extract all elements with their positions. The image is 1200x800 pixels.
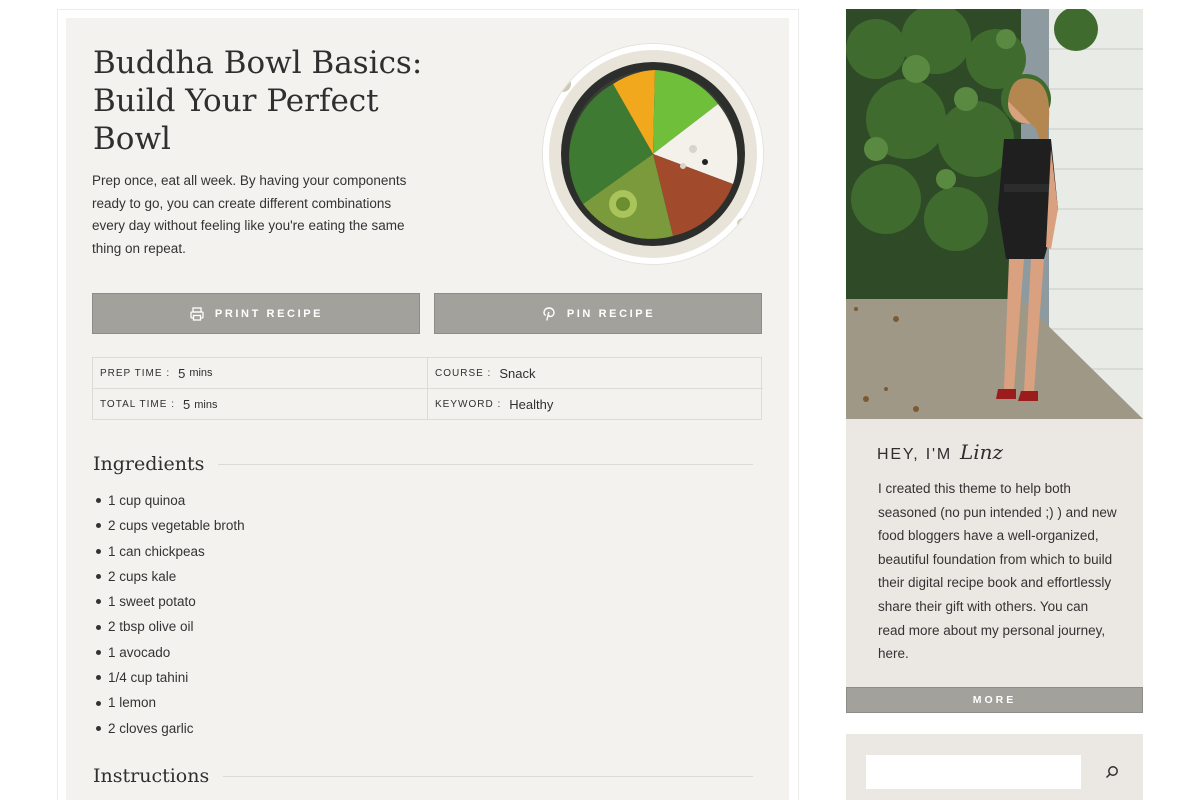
ingredient-text: 2 cups vegetable broth [108,518,245,534]
ingredient-item: 1 can chickpeas [96,539,245,564]
total-time-label: TOTAL TIME : [100,399,175,410]
recipe-meta-table: PREP TIME : 5 mins COURSE : Snack TOTAL … [92,357,763,420]
ingredient-item: 1 lemon [96,690,245,715]
keyword-label: KEYWORD : [435,399,502,410]
course-value: Snack [499,365,536,381]
ingredient-item: 2 tbsp olive oil [96,614,245,639]
ingredients-list: 1 cup quinoa 2 cups vegetable broth 1 ca… [96,488,245,741]
instructions-heading-text: Instructions [93,765,210,787]
total-time-cell: TOTAL TIME : 5 mins [93,389,428,420]
ingredient-text: 1 sweet potato [108,594,196,610]
ingredients-heading-text: Ingredients [93,453,205,475]
ingredient-text: 1 cup quinoa [108,493,186,508]
ingredient-text: 1 lemon [108,695,157,711]
course-label: COURSE : [435,367,492,379]
search-button[interactable] [1100,760,1124,784]
recipe-title: Buddha Bowl Basics: Build Your Perfect B… [93,45,423,157]
ingredient-text: 1/4 cup tahini [108,670,189,686]
course-cell: COURSE : Snack [428,358,763,389]
bullet-icon [96,700,101,706]
instructions-heading: Instructions [93,765,753,787]
pin-recipe-label: PIN RECIPE [566,307,656,320]
ingredient-item: 2 cups vegetable broth [96,513,245,538]
keyword-cell: KEYWORD : Healthy [428,389,763,420]
ingredients-heading: Ingredients [93,453,753,475]
instructions-divider [223,775,753,777]
ingredient-item: 1 avocado [96,640,245,665]
search-icon [1105,766,1118,779]
ingredient-text: 1 avocado [108,644,171,660]
ingredient-item: 1/4 cup tahini [96,665,245,690]
greeting-text: HEY, I'M [877,446,952,463]
prep-time-value: 5 [178,365,186,381]
bullet-icon [96,649,101,655]
prep-time-cell: PREP TIME : 5 mins [93,358,428,389]
bullet-icon [96,574,101,580]
bullet-icon [96,624,101,630]
print-recipe-button[interactable]: PRINT RECIPE [92,293,420,334]
bullet-icon [96,523,101,529]
about-greeting: HEY, I'M Linz [877,440,1003,464]
prep-time-unit: mins [189,367,213,379]
keyword-value: Healthy [509,397,554,412]
ingredient-text: 2 cloves garlic [108,720,194,736]
print-recipe-label: PRINT RECIPE [214,307,324,320]
bullet-icon [96,725,101,731]
ingredients-divider [218,463,753,465]
bullet-icon [96,498,101,504]
about-bio: I created this theme to help both season… [878,481,1117,662]
ingredient-item: 1 cup quinoa [96,488,245,513]
ingredient-text: 2 cups kale [108,568,177,584]
search-input[interactable] [866,755,1081,789]
prep-time-label: PREP TIME : [100,367,171,379]
more-button[interactable]: MORE [846,687,1143,713]
ingredient-text: 1 can chickpeas [108,543,205,559]
recipe-photo [543,44,763,264]
recipe-summary: Prep once, eat all week. By having your … [92,173,407,256]
author-photo [846,9,1143,419]
total-time-value: 5 [182,397,191,412]
bullet-icon [96,675,101,681]
bullet-icon [96,548,101,554]
ingredient-item: 2 cloves garlic [96,716,245,741]
printer-icon [190,306,204,321]
bullet-icon [96,599,101,605]
author-name: Linz [959,440,1004,464]
ingredient-item: 2 cups kale [96,564,245,589]
pinterest-icon [543,306,555,321]
ingredient-item: 1 sweet potato [96,589,245,614]
pin-recipe-button[interactable]: PIN RECIPE [434,293,762,334]
ingredient-text: 2 tbsp olive oil [108,619,194,635]
total-time-unit: mins [194,398,218,411]
